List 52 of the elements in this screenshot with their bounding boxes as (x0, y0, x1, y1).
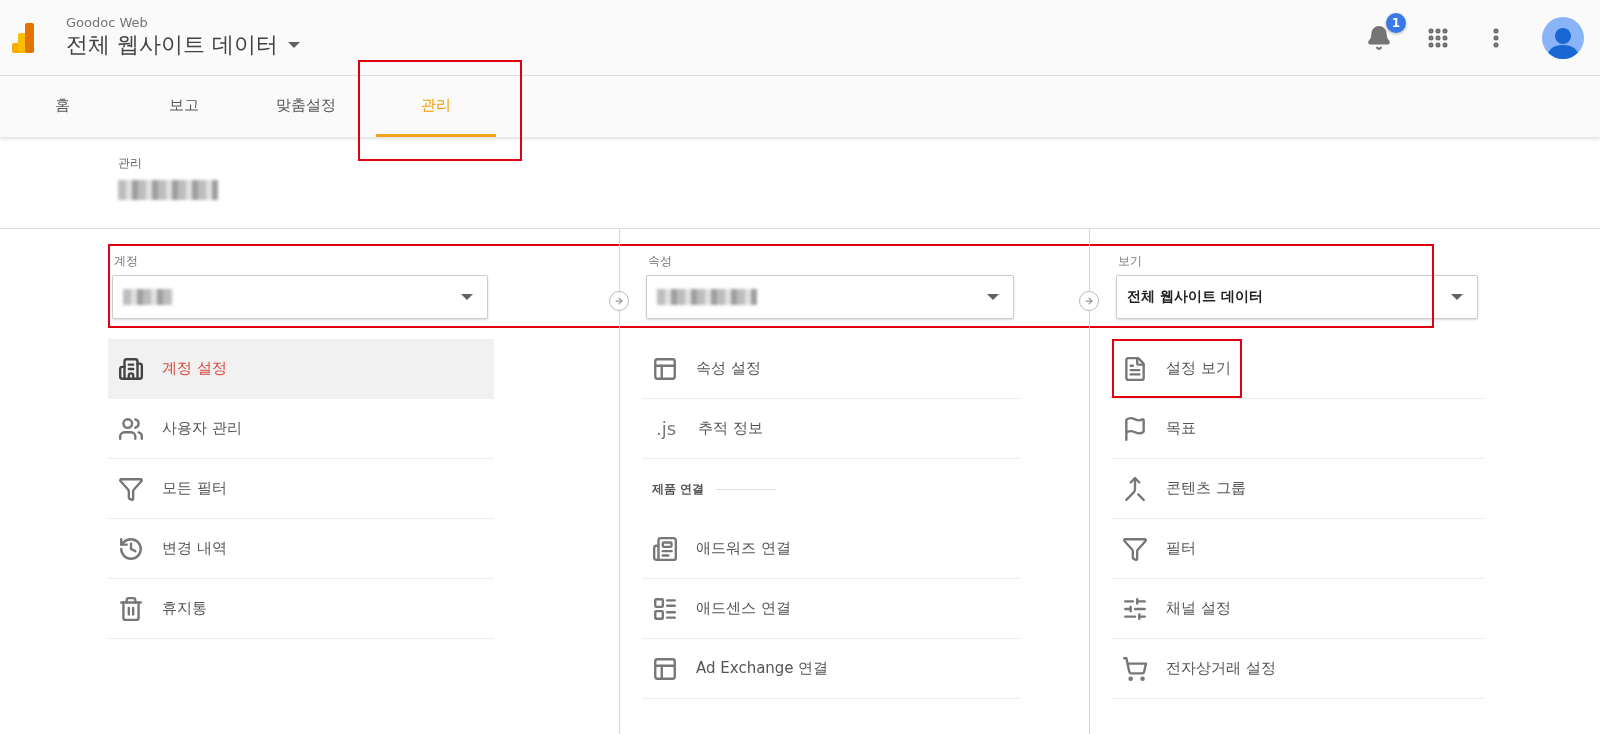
menu-item[interactable]: 필터 (1112, 519, 1484, 579)
tab[interactable]: 맞춤설정 (246, 76, 366, 137)
section-heading: 제품 연결 (652, 480, 705, 498)
dropdown[interactable]: 전체 웹사이트 데이터 (1116, 275, 1478, 319)
column-label: 속성 (648, 253, 673, 269)
newspaper-icon (652, 535, 678, 562)
menu-item[interactable]: 변경 내역 (108, 519, 494, 579)
menu-item[interactable]: 사용자 관리 (108, 399, 494, 459)
building-icon (118, 355, 144, 382)
menu-item[interactable]: 휴지통 (108, 579, 494, 639)
avatar[interactable] (1542, 16, 1584, 59)
tab[interactable]: 홈 (2, 76, 122, 137)
menu-item[interactable]: 애드센스 연결 (642, 579, 1020, 639)
menu-item[interactable]: Ad Exchange 연결 (642, 639, 1020, 699)
notification-count: 1 (1386, 12, 1406, 33)
menu-item[interactable]: 설정 보기 (1112, 339, 1484, 399)
trash-icon (118, 595, 144, 622)
layout-icon (652, 355, 678, 382)
menu-item[interactable]: 콘텐츠 그룹 (1112, 459, 1484, 519)
filter-icon (118, 475, 144, 502)
caret-icon (1451, 294, 1463, 300)
menu-item[interactable]: .js 추적 정보 (642, 399, 1020, 459)
js-icon: .js (652, 418, 680, 439)
menu-item[interactable]: 목표 (1112, 399, 1484, 459)
column-label: 보기 (1118, 253, 1143, 269)
cart-icon (1122, 655, 1148, 682)
menu-item[interactable]: 속성 설정 (642, 339, 1020, 399)
tab[interactable]: 보고 (124, 76, 244, 137)
property-name: Goodoc Web (66, 15, 149, 30)
menu-item[interactable]: 채널 설정 (1112, 579, 1484, 639)
merge-icon (1122, 475, 1148, 502)
dropdown-value: 전체 웹사이트 데이터 (1127, 288, 1263, 306)
document-icon (1122, 355, 1148, 382)
menu-item[interactable]: 전자상거래 설정 (1112, 639, 1484, 699)
menu-item[interactable]: 애드워즈 연결 (642, 519, 1020, 579)
menu-item[interactable]: 계정 설정 (108, 339, 494, 399)
caret-icon (987, 294, 999, 300)
history-icon (118, 535, 144, 562)
bell-icon[interactable] (1366, 24, 1392, 51)
logo-icon (12, 22, 34, 53)
caret-icon[interactable] (288, 42, 300, 48)
flag-icon (1122, 415, 1148, 442)
filter-icon (1122, 535, 1148, 562)
caret-icon (461, 294, 473, 300)
column-label: 계정 (114, 253, 139, 269)
view-name[interactable]: 전체 웹사이트 데이터 (66, 30, 278, 60)
people-icon (118, 415, 144, 442)
sliders-icon (1122, 595, 1148, 622)
menu-item[interactable]: 모든 필터 (108, 459, 494, 519)
layout-icon (652, 655, 678, 682)
breadcrumb-label: 관리 (118, 155, 143, 172)
list-icon (652, 595, 678, 622)
